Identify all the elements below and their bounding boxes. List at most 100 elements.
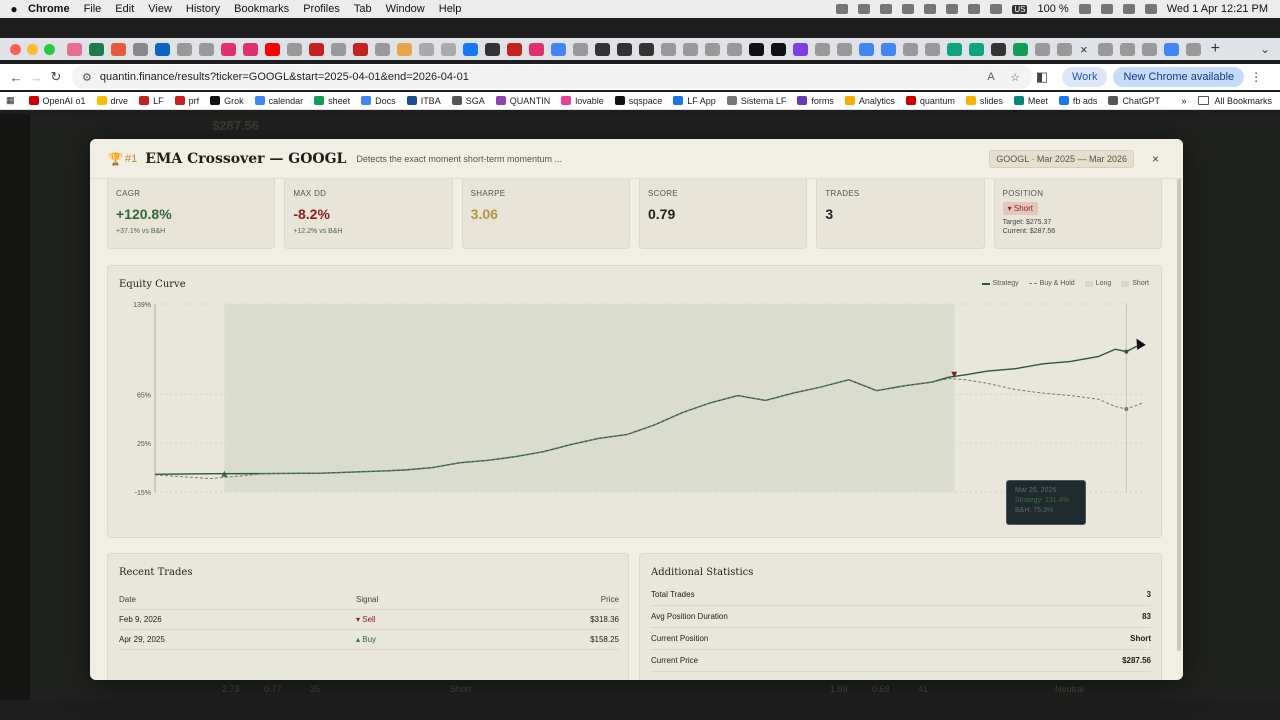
bookmark-item[interactable]: Analytics xyxy=(844,96,895,106)
bookmark-item[interactable]: ChatGPT xyxy=(1108,96,1160,106)
forward-icon[interactable]: → xyxy=(26,70,46,85)
url-text[interactable]: quantin.finance/results?ticker=GOOGL&sta… xyxy=(100,71,984,83)
tab-favicon[interactable] xyxy=(573,42,588,56)
legend-short[interactable]: Short xyxy=(1121,280,1149,287)
minimize-window-icon[interactable] xyxy=(27,43,38,55)
tab-favicon[interactable] xyxy=(287,42,302,56)
update-chrome-button[interactable]: New Chrome available xyxy=(1113,67,1245,87)
bookmark-item[interactable]: forms xyxy=(797,96,834,106)
tab-favicon[interactable] xyxy=(353,42,368,56)
tab-favicon[interactable] xyxy=(507,42,522,56)
spark-icon[interactable] xyxy=(858,4,871,14)
tab-favicon[interactable] xyxy=(925,42,940,56)
close-window-icon[interactable] xyxy=(10,43,21,55)
tab-favicon[interactable] xyxy=(947,42,962,56)
tab-favicon[interactable] xyxy=(793,42,808,56)
reload-icon[interactable]: ↻ xyxy=(46,69,66,85)
more-bookmarks-icon[interactable]: » xyxy=(1181,96,1186,106)
address-bar[interactable]: ⚙ quantin.finance/results?ticker=GOOGL&s… xyxy=(72,65,1032,89)
translate-icon[interactable]: A xyxy=(984,71,998,83)
bookmark-item[interactable]: drve xyxy=(96,96,128,106)
tab-favicon[interactable] xyxy=(595,42,610,56)
spotlight-icon[interactable] xyxy=(1122,4,1135,14)
close-modal-icon[interactable]: × xyxy=(1152,152,1159,166)
profile-button[interactable]: Work xyxy=(1062,67,1108,87)
new-tab-icon[interactable]: + xyxy=(1211,40,1220,58)
tab-favicon[interactable] xyxy=(177,42,192,56)
play-icon[interactable] xyxy=(990,4,1003,14)
bookmark-item[interactable]: quantum xyxy=(905,96,955,106)
apple-menu-icon[interactable]: ● xyxy=(0,2,28,16)
tab-favicon[interactable] xyxy=(243,42,258,56)
tab-favicon[interactable] xyxy=(529,42,544,56)
back-icon[interactable]: ← xyxy=(6,70,26,85)
input-source[interactable]: US xyxy=(1012,4,1028,14)
tab-favicon[interactable] xyxy=(111,42,126,56)
tab-favicon[interactable] xyxy=(331,42,346,56)
apps-grid-icon[interactable]: ▦ xyxy=(6,95,15,106)
tab-favicon[interactable] xyxy=(1035,42,1050,56)
menu-app-chrome[interactable]: Chrome xyxy=(28,3,70,15)
bookmark-item[interactable]: slides xyxy=(965,96,1003,106)
tab-favicon[interactable] xyxy=(67,42,82,56)
tab-favicon[interactable] xyxy=(1163,42,1179,56)
bookmark-item[interactable]: QUANTIN xyxy=(495,96,550,106)
tab-favicon[interactable] xyxy=(639,42,654,56)
tab-favicon[interactable] xyxy=(551,42,566,56)
window-icon[interactable] xyxy=(924,4,937,14)
wifi-icon[interactable] xyxy=(1100,4,1113,14)
legend-strategy[interactable]: Strategy xyxy=(981,280,1019,287)
tab-favicon[interactable] xyxy=(397,42,412,56)
tab-favicon[interactable] xyxy=(859,42,874,56)
site-info-icon[interactable]: ⚙ xyxy=(82,71,92,84)
zoom-window-icon[interactable] xyxy=(44,43,55,55)
bookmark-item[interactable]: Docs xyxy=(361,96,396,106)
menu-view[interactable]: View xyxy=(148,3,172,15)
bookmark-item[interactable]: Grok xyxy=(210,96,244,106)
bookmark-item[interactable]: LF App xyxy=(673,96,716,106)
tab-favicon[interactable] xyxy=(815,42,830,56)
tab-favicon[interactable] xyxy=(133,42,148,56)
control-center-icon[interactable] xyxy=(1144,4,1157,14)
bookmark-item[interactable]: lovable xyxy=(561,96,604,106)
legend-buy-hold[interactable]: Buy & Hold xyxy=(1028,280,1075,287)
tab-favicon[interactable] xyxy=(155,42,170,56)
bookmark-item[interactable]: fb ads xyxy=(1058,96,1097,106)
display-icon[interactable] xyxy=(902,4,915,14)
volume-icon[interactable] xyxy=(968,4,981,14)
modal-scrollbar[interactable] xyxy=(1177,151,1181,651)
tab-favicon[interactable] xyxy=(221,42,236,56)
tab-favicon[interactable] xyxy=(419,42,434,56)
tab-favicon[interactable] xyxy=(881,42,896,56)
tab-favicon[interactable] xyxy=(1013,42,1028,56)
equity-curve-chart[interactable]: 139%65%25%-15%Mar 25Apr 25May 25Jun 25Ju… xyxy=(108,296,1163,496)
menu-window[interactable]: Window xyxy=(386,3,425,15)
clock[interactable]: Wed 1 Apr 12:21 PM xyxy=(1167,3,1268,15)
bookmark-star-icon[interactable]: ☆ xyxy=(1008,71,1022,84)
bookmark-item[interactable]: Meet xyxy=(1013,96,1048,106)
bookmark-item[interactable]: sqspace xyxy=(614,96,662,106)
bookmark-item[interactable]: SGA xyxy=(451,96,485,106)
tab-favicon[interactable] xyxy=(1057,42,1072,56)
tab-favicon[interactable] xyxy=(969,42,984,56)
tab-favicon[interactable] xyxy=(1097,42,1113,56)
legend-long[interactable]: Long xyxy=(1084,280,1111,287)
all-bookmarks-button[interactable]: All Bookmarks xyxy=(1198,96,1272,106)
menu-bookmarks[interactable]: Bookmarks xyxy=(234,3,289,15)
tab-search-chevron-icon[interactable]: ⌄ xyxy=(1260,42,1270,56)
tab-favicon[interactable] xyxy=(485,42,500,56)
tab-favicon[interactable] xyxy=(1185,42,1201,56)
tab-favicon[interactable] xyxy=(991,42,1006,56)
tab-favicon[interactable] xyxy=(705,42,720,56)
battery-percent[interactable]: 100 % xyxy=(1037,3,1068,15)
tab-favicon[interactable] xyxy=(749,42,764,56)
record-icon[interactable] xyxy=(836,4,849,14)
tab-favicon[interactable] xyxy=(463,42,478,56)
bookmark-item[interactable]: calendar xyxy=(254,96,303,106)
tab-favicon[interactable] xyxy=(199,42,214,56)
close-tab-icon[interactable]: × xyxy=(1080,42,1088,57)
tab-favicon[interactable] xyxy=(1141,42,1157,56)
menu-file[interactable]: File xyxy=(84,3,102,15)
tab-favicon[interactable] xyxy=(441,42,456,56)
bookmark-item[interactable]: Sistema LF xyxy=(726,96,786,106)
